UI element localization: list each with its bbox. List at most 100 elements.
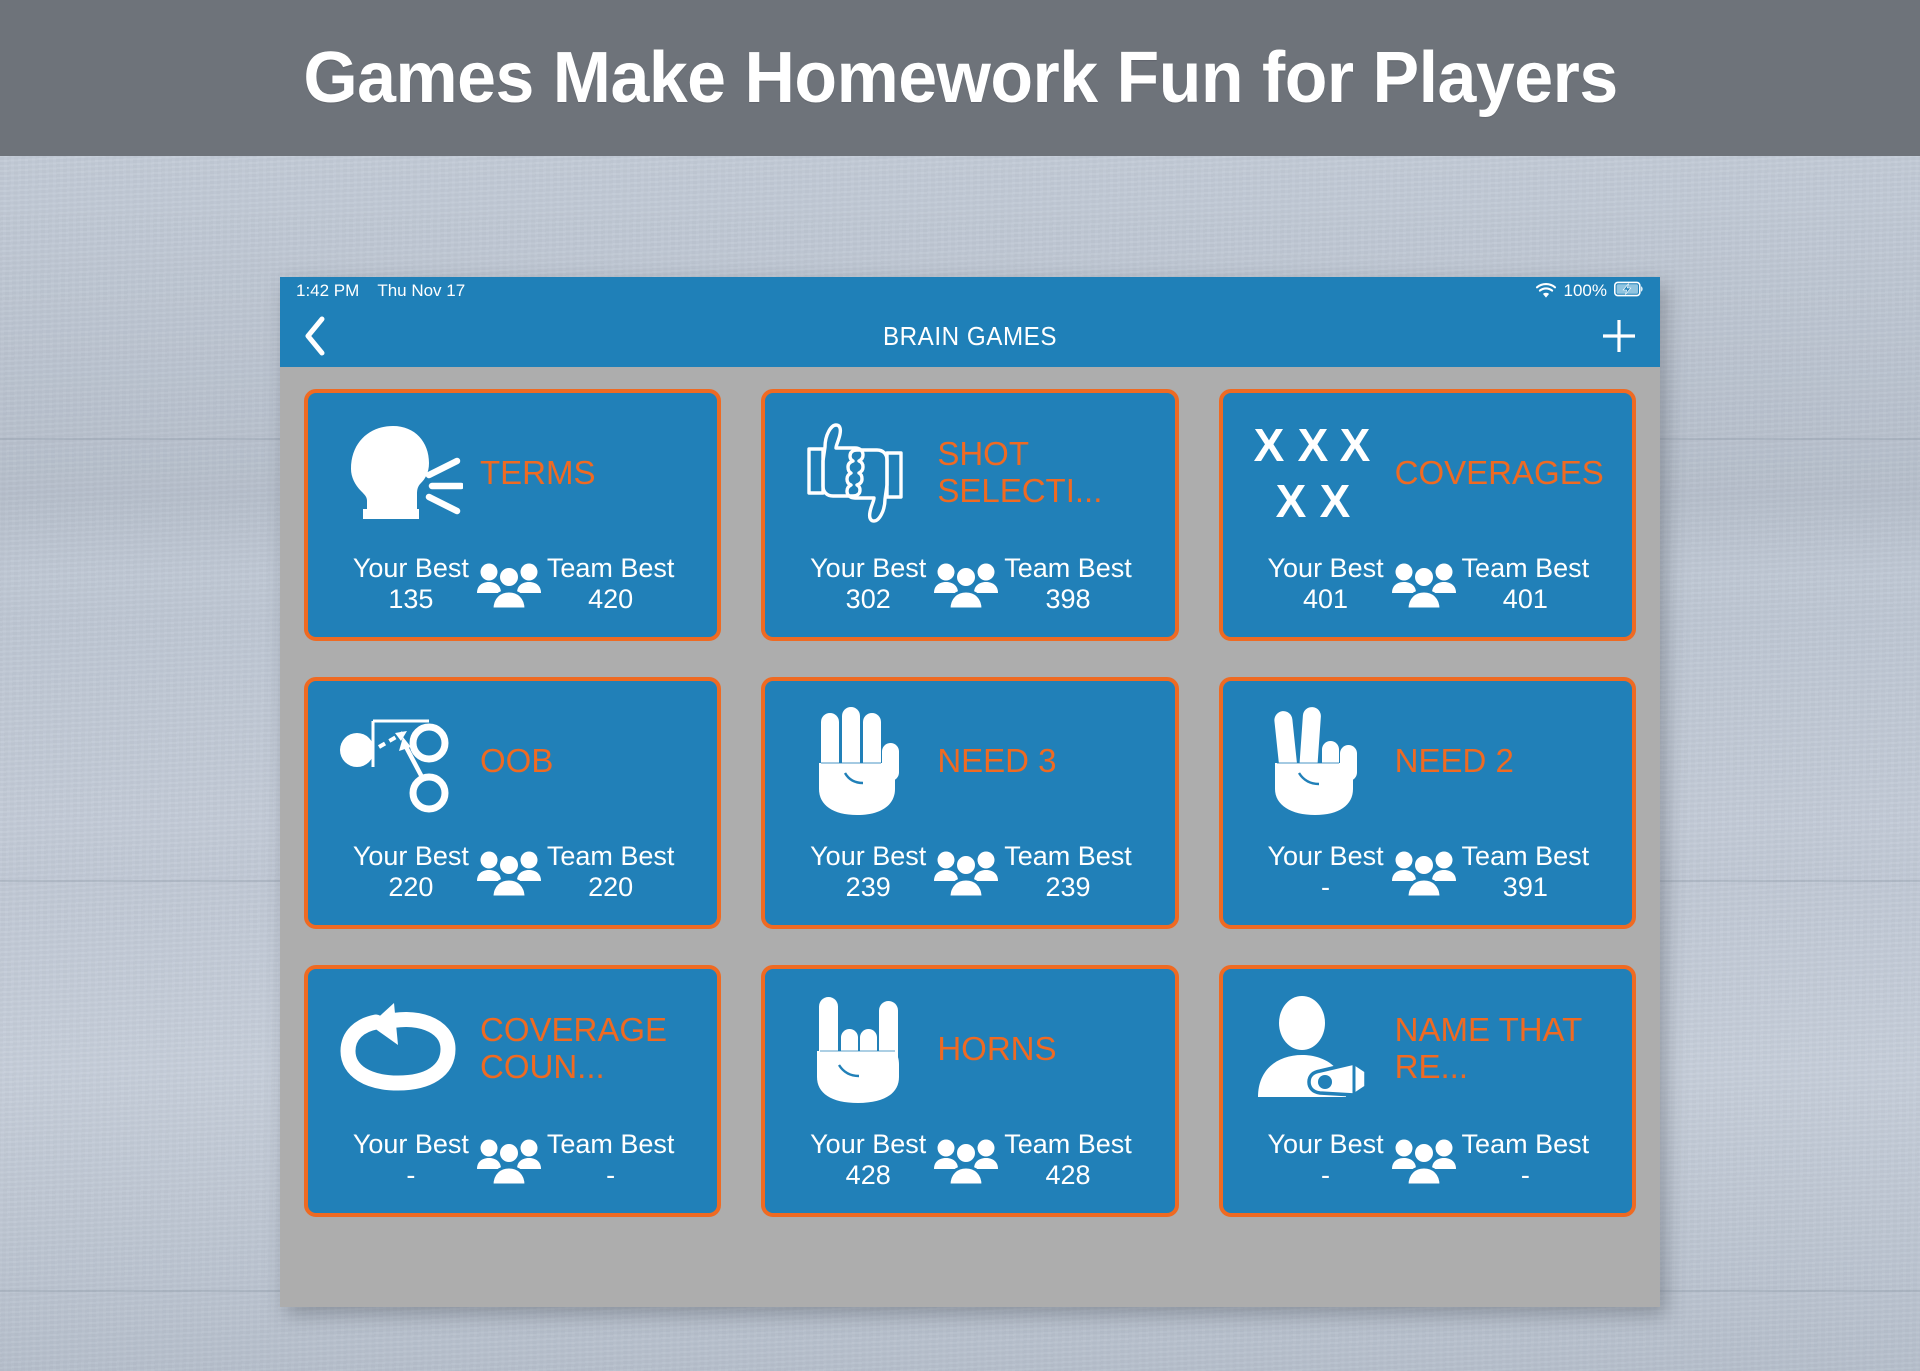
team-best-label: Team Best	[1004, 553, 1132, 583]
your-best-stat: Your Best 401	[1266, 553, 1386, 617]
status-bar: 1:42 PM Thu Nov 17 100%	[280, 277, 1660, 305]
tablet-device: 1:42 PM Thu Nov 17 100% BRAIN GAMES TERM…	[280, 277, 1660, 1307]
your-best-value: -	[1321, 1160, 1331, 1191]
team-best-value: 239	[1045, 872, 1091, 903]
people-group-icon	[928, 841, 1004, 903]
your-best-value: 135	[388, 584, 434, 615]
game-card-header: TERMS	[308, 393, 717, 553]
game-title: OOB	[480, 741, 554, 779]
svg-text:X: X	[1339, 419, 1370, 471]
game-card-horns[interactable]: HORNS Your Best 428 Team Best 428	[761, 965, 1179, 1217]
game-card-stats: Your Best 135 Team Best 420	[308, 553, 717, 637]
game-title: TERMS	[480, 453, 596, 491]
game-card-oob[interactable]: OOB Your Best 220 Team Best 220	[304, 677, 722, 929]
team-best-label: Team Best	[546, 1129, 675, 1159]
game-card-header: COVERAGE COUN...	[308, 969, 717, 1129]
game-card-header: NAME THAT RE...	[1223, 969, 1632, 1129]
hand-horns-icon	[787, 989, 923, 1109]
team-best-value: -	[1520, 1160, 1530, 1191]
your-best-stat: Your Best 428	[808, 1129, 928, 1193]
team-best-label: Team Best	[1461, 1129, 1590, 1159]
headline-text: Games Make Homework Fun for Players	[302, 38, 1618, 118]
game-card-name-that-ref[interactable]: NAME THAT RE... Your Best - Team Best -	[1218, 965, 1636, 1217]
your-best-value: 239	[845, 872, 891, 903]
game-card-terms[interactable]: TERMS Your Best 135 Team Best 420	[304, 389, 722, 641]
team-best-stat: Team Best -	[1462, 1129, 1590, 1193]
game-card-stats: Your Best 401 Team Best 401	[1223, 553, 1632, 637]
game-card-coverage-count[interactable]: COVERAGE COUN... Your Best - Team Best -	[304, 965, 722, 1217]
headline-banner: Games Make Homework Fun for Players	[0, 0, 1920, 156]
status-date: Thu Nov 17	[377, 281, 466, 300]
team-best-stat: Team Best 239	[1004, 841, 1132, 905]
team-best-label: Team Best	[546, 553, 675, 583]
svg-text:X: X	[1253, 419, 1284, 471]
referee-whistle-person-icon	[1245, 989, 1381, 1109]
your-best-value: -	[406, 1160, 416, 1191]
your-best-stat: Your Best 302	[808, 553, 928, 617]
people-group-icon	[471, 553, 547, 615]
game-card-coverages[interactable]: X X X X X COVERAGES Your Best 401 Team B…	[1218, 389, 1636, 641]
your-best-label: Your Best	[810, 1129, 927, 1159]
battery-percent-label: 100%	[1563, 281, 1607, 300]
team-best-stat: Team Best 398	[1004, 553, 1132, 617]
game-card-stats: Your Best - Team Best -	[1223, 1129, 1632, 1213]
people-group-icon	[928, 553, 1004, 615]
your-best-value: 302	[845, 584, 891, 615]
game-card-stats: Your Best - Team Best 391	[1223, 841, 1632, 925]
your-best-label: Your Best	[352, 1129, 469, 1159]
game-card-header: HORNS	[765, 969, 1174, 1129]
team-best-value: 391	[1502, 872, 1548, 903]
game-title: NAME THAT RE...	[1394, 1011, 1582, 1085]
your-best-label: Your Best	[810, 553, 927, 583]
your-best-label: Your Best	[1267, 1129, 1384, 1159]
people-group-icon	[928, 1129, 1004, 1191]
your-best-stat: Your Best -	[1266, 1129, 1386, 1193]
svg-text:X: X	[1275, 475, 1306, 527]
team-best-stat: Team Best 220	[547, 841, 675, 905]
team-best-stat: Team Best -	[547, 1129, 675, 1193]
x-formation-icon: X X X X X	[1245, 413, 1381, 533]
game-card-header: SHOT SELECTI...	[765, 393, 1174, 553]
your-best-stat: Your Best -	[351, 1129, 471, 1193]
game-title: NEED 2	[1394, 741, 1514, 779]
speaking-head-icon	[330, 413, 466, 533]
hand-three-fingers-icon	[787, 701, 923, 821]
team-best-value: 401	[1502, 584, 1548, 615]
svg-text:X: X	[1297, 419, 1328, 471]
game-card-header: OOB	[308, 681, 717, 841]
game-card-stats: Your Best 302 Team Best 398	[765, 553, 1174, 637]
your-best-value: 401	[1303, 584, 1349, 615]
team-best-value: 428	[1045, 1160, 1091, 1191]
your-best-label: Your Best	[352, 553, 469, 583]
svg-text:X: X	[1319, 475, 1350, 527]
wifi-icon	[1535, 283, 1557, 299]
team-best-label: Team Best	[1004, 1129, 1132, 1159]
team-best-stat: Team Best 401	[1462, 553, 1590, 617]
team-best-stat: Team Best 391	[1462, 841, 1590, 905]
game-card-need-3[interactable]: NEED 3 Your Best 239 Team Best 239	[761, 677, 1179, 929]
team-best-label: Team Best	[546, 841, 675, 871]
game-grid: TERMS Your Best 135 Team Best 420 SHOT S…	[280, 367, 1660, 1217]
game-card-shot-selection[interactable]: SHOT SELECTI... Your Best 302 Team Best …	[761, 389, 1179, 641]
game-card-need-2[interactable]: NEED 2 Your Best - Team Best 391	[1218, 677, 1636, 929]
your-best-label: Your Best	[352, 841, 469, 871]
your-best-stat: Your Best 220	[351, 841, 471, 905]
out-of-bounds-play-diagram-icon	[330, 701, 466, 821]
team-best-label: Team Best	[1461, 841, 1590, 871]
your-best-label: Your Best	[1267, 841, 1384, 871]
people-group-icon	[471, 841, 547, 903]
status-bar-right: 100%	[1535, 281, 1644, 302]
team-best-label: Team Best	[1004, 841, 1132, 871]
game-card-stats: Your Best 220 Team Best 220	[308, 841, 717, 925]
nav-bar: BRAIN GAMES	[280, 305, 1660, 367]
battery-charging-icon	[1614, 281, 1644, 302]
people-group-icon	[471, 1129, 547, 1191]
team-best-value: 420	[588, 584, 634, 615]
people-group-icon	[1386, 841, 1462, 903]
page-title: BRAIN GAMES	[882, 320, 1058, 351]
add-game-button[interactable]	[1600, 317, 1638, 355]
team-best-value: 220	[588, 872, 634, 903]
your-best-stat: Your Best 239	[808, 841, 928, 905]
team-best-stat: Team Best 428	[1004, 1129, 1132, 1193]
back-button[interactable]	[302, 315, 328, 357]
